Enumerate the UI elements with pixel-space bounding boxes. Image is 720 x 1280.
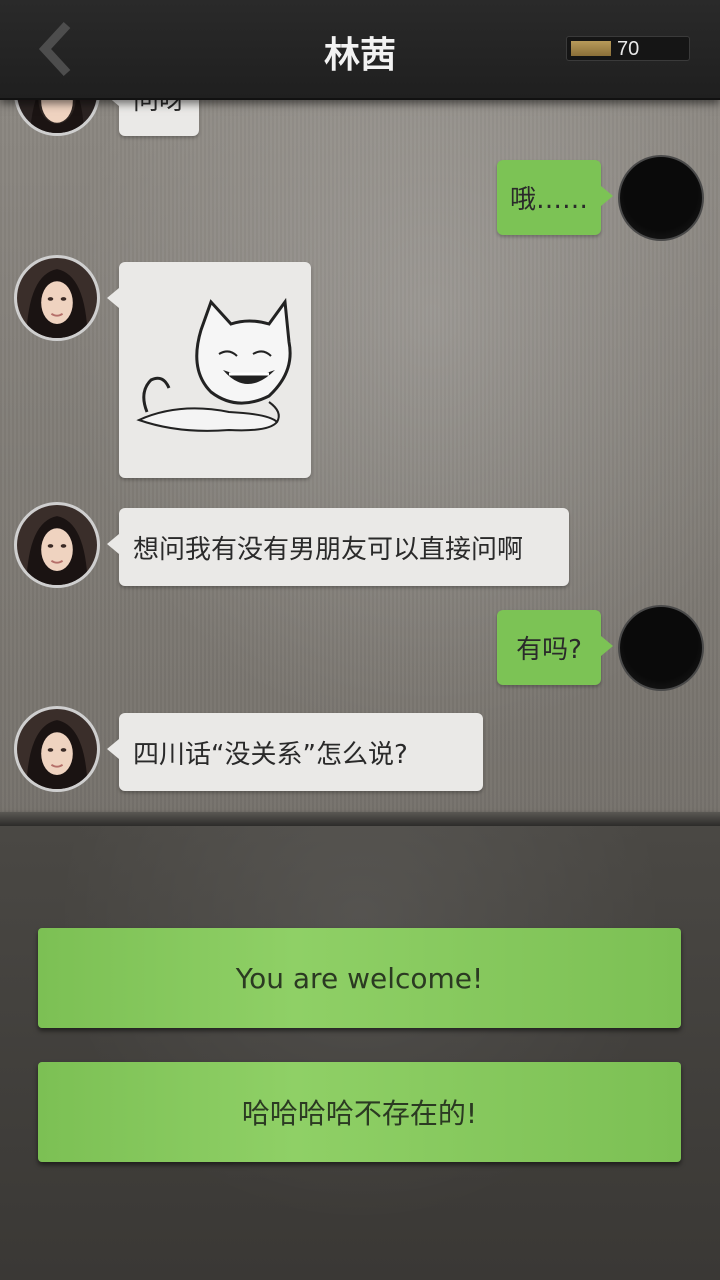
- contact-avatar[interactable]: [14, 502, 100, 588]
- player-avatar[interactable]: [618, 155, 704, 241]
- contact-avatar[interactable]: [14, 706, 100, 792]
- reply-choice-label: 哈哈哈哈不存在的!: [241, 1097, 478, 1130]
- message-bubble-received: 想问我有没有男朋友可以直接问啊: [107, 508, 569, 586]
- reply-choice-button[interactable]: 哈哈哈哈不存在的!: [38, 1062, 681, 1162]
- contact-avatar[interactable]: [14, 255, 100, 341]
- message-text: 有吗?: [516, 635, 582, 665]
- coin-counter: 70: [566, 36, 690, 61]
- reply-panel: You are welcome! 哈哈哈哈不存在的!: [0, 826, 720, 1280]
- chat-area[interactable]: 问呀 哦…… 想问我有没有男朋友可以直接问啊 有吗? 四川话“没关系”怎么说?: [0, 100, 720, 816]
- chat-divider: [0, 812, 720, 826]
- message-text: 四川话“没关系”怎么说?: [133, 739, 408, 770]
- message-text: 问呀: [133, 100, 186, 116]
- grinning-cat-meme-sticker: [136, 297, 292, 432]
- message-text: 哦……: [510, 185, 589, 215]
- message-text: 想问我有没有男朋友可以直接问啊: [133, 534, 524, 565]
- reply-choice-button[interactable]: You are welcome!: [38, 928, 681, 1028]
- contact-avatar[interactable]: [14, 100, 100, 136]
- message-bubble-received: 四川话“没关系”怎么说?: [107, 713, 483, 791]
- coin-icon: [571, 41, 611, 56]
- sticker-message[interactable]: [107, 262, 311, 478]
- top-bar: 林茜 70: [0, 0, 720, 100]
- message-bubble-received: 问呀: [106, 100, 200, 136]
- message-bubble-sent: 哦……: [497, 160, 613, 235]
- message-bubble-sent: 有吗?: [497, 610, 613, 685]
- reply-choice-label: You are welcome!: [235, 961, 484, 995]
- player-avatar[interactable]: [618, 605, 704, 691]
- coin-value: 70: [617, 38, 640, 60]
